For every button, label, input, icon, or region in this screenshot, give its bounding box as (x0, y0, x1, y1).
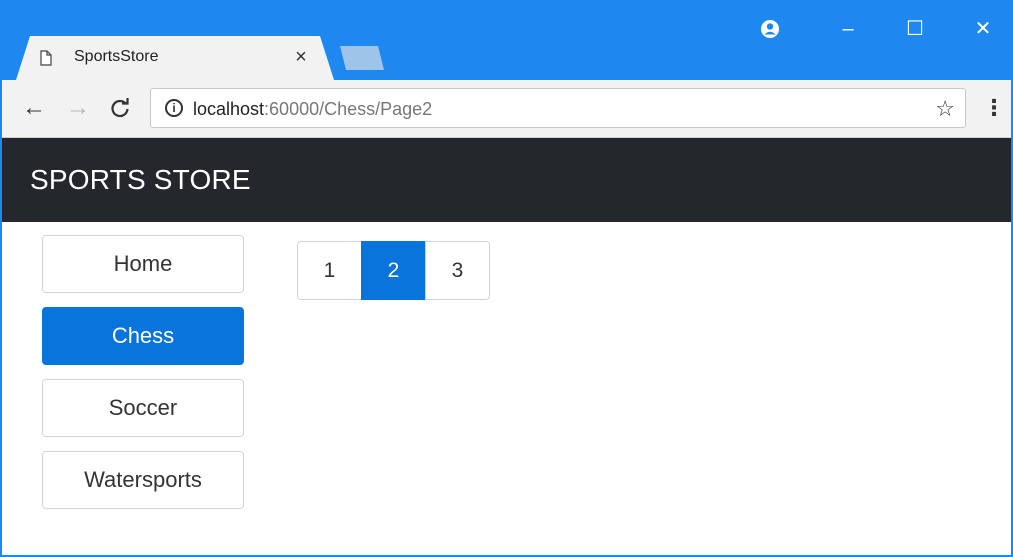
maximize-icon[interactable]: ☐ (897, 14, 933, 44)
title-bar: SportsStore × – ☐ ✕ (2, 0, 1011, 80)
site-brand: SPORTS STORE (30, 164, 251, 195)
tab-close-icon[interactable]: × (290, 44, 312, 70)
reload-icon[interactable] (106, 94, 134, 122)
url-host: localhost (193, 99, 265, 119)
page-icon (40, 50, 52, 66)
info-icon[interactable]: i (165, 99, 183, 117)
browser-tab[interactable] (16, 36, 334, 80)
category-chess-button[interactable]: Chess (42, 307, 244, 365)
forward-arrow-icon[interactable]: → (64, 94, 92, 122)
close-window-icon[interactable]: ✕ (965, 14, 1001, 44)
site-navbar: SPORTS STORE (2, 138, 1011, 222)
page-1-button[interactable]: 1 (297, 241, 362, 300)
browser-menu-icon[interactable]: ⋮ (982, 94, 1006, 122)
back-arrow-icon[interactable]: ← (20, 94, 48, 122)
browser-toolbar: ← → i localhost:60000/Chess/Page2 ☆ ⋮ (2, 80, 1011, 138)
url-text[interactable]: localhost:60000/Chess/Page2 (193, 99, 432, 120)
profile-icon[interactable] (752, 14, 788, 44)
pagination: 1 2 3 (297, 241, 490, 300)
category-home-button[interactable]: Home (42, 235, 244, 293)
page-3-button[interactable]: 3 (425, 241, 490, 300)
bookmark-star-icon[interactable]: ☆ (935, 95, 955, 123)
new-tab-button[interactable] (340, 46, 384, 70)
url-path: :60000/Chess/Page2 (264, 99, 433, 119)
category-watersports-button[interactable]: Watersports (42, 451, 244, 509)
category-soccer-button[interactable]: Soccer (42, 379, 244, 437)
page-2-button[interactable]: 2 (361, 241, 426, 300)
browser-window: SportsStore × – ☐ ✕ ← → i localhost:6000… (0, 0, 1013, 557)
tab-title: SportsStore (74, 48, 159, 65)
address-bar[interactable]: i localhost:60000/Chess/Page2 ☆ (150, 88, 966, 128)
minimize-icon[interactable]: – (830, 14, 866, 44)
